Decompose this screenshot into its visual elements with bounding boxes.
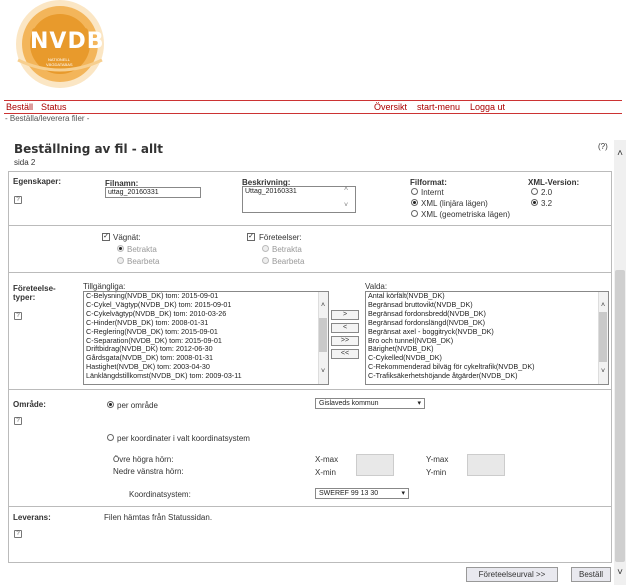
per-coordinates-radio[interactable] bbox=[107, 434, 114, 441]
delivery-help-icon[interactable]: ? bbox=[14, 530, 22, 538]
xmin-label: X-min bbox=[315, 468, 336, 477]
municipality-select[interactable]: Gislaveds kommun ▾ bbox=[315, 398, 425, 409]
list-item[interactable]: C-Trafiksäkerhetshöjande åtgärder(NVDB_D… bbox=[366, 371, 608, 381]
breadcrumb: - Beställa/leverera filer - bbox=[5, 114, 90, 123]
filename-input[interactable] bbox=[105, 187, 201, 198]
properties-help-icon[interactable]: ? bbox=[14, 196, 22, 204]
version-option-label: 3.2 bbox=[541, 199, 553, 208]
xml-version-label: XML-Version: bbox=[528, 178, 580, 187]
foreteelser-label: Företeelser: bbox=[259, 233, 302, 242]
nav-start-menu-link[interactable]: start-menu bbox=[417, 102, 460, 112]
page-subtitle: sida 2 bbox=[14, 158, 36, 167]
ymax-label: Y-max bbox=[426, 455, 449, 464]
scroll-down-icon[interactable]: ˅ bbox=[614, 567, 626, 578]
properties-label: Egenskaper: bbox=[13, 177, 62, 186]
y-coordinate-input[interactable] bbox=[467, 454, 505, 476]
nav-status-link[interactable]: Status bbox=[41, 102, 67, 112]
scroll-up-icon[interactable]: ˄ bbox=[318, 302, 328, 309]
area-label: Område: bbox=[13, 400, 46, 409]
format-label: Filformat: bbox=[410, 178, 447, 187]
divider bbox=[9, 506, 611, 507]
per-area-radio[interactable] bbox=[107, 401, 114, 408]
logo-text: NVDB bbox=[30, 29, 105, 54]
chevron-down-icon: ▾ bbox=[401, 490, 405, 497]
selected-list-scroll-thumb[interactable] bbox=[599, 312, 607, 362]
municipality-value: Gislaveds kommun bbox=[319, 400, 379, 407]
format-option-label: XML (linjära lägen) bbox=[421, 199, 488, 208]
foreteelser-checkbox[interactable]: ✓ bbox=[247, 233, 255, 241]
move-all-left-button[interactable]: << bbox=[331, 349, 359, 359]
format-option-label: Internt bbox=[421, 188, 444, 197]
crs-select[interactable]: SWEREF 99 13 30 ▾ bbox=[315, 488, 409, 499]
divider bbox=[9, 389, 611, 390]
textarea-scroll-up-icon[interactable]: ˄ bbox=[344, 186, 348, 193]
feature-selection-button[interactable]: Företeelseurval >> bbox=[466, 567, 558, 582]
order-form: Egenskaper: ? Filnamn: Beskrivning: Utta… bbox=[8, 171, 612, 563]
version-radio-3-2[interactable] bbox=[531, 199, 538, 206]
foreteelser-option-label: Betrakta bbox=[272, 245, 302, 254]
list-item[interactable]: Länklängdstillkomst(NVDB_DK) tom: 2009-0… bbox=[84, 371, 328, 381]
format-radio-xml-linear[interactable] bbox=[411, 199, 418, 206]
nav-logout-link[interactable]: Logga ut bbox=[470, 102, 505, 112]
upper-right-label: Övre högra hörn: bbox=[113, 455, 174, 464]
logo-sub2: VÄGDATABAS bbox=[46, 62, 73, 67]
scroll-up-icon[interactable]: ˄ bbox=[598, 302, 608, 309]
nvdb-logo: NVDB NATIONELL VÄGDATABAS bbox=[6, 0, 114, 96]
vagnat-option-label: Bearbeta bbox=[127, 257, 160, 266]
description-value: Uttag_20160331 bbox=[245, 188, 297, 195]
nav-overview-link[interactable]: Översikt bbox=[374, 102, 407, 112]
version-radio-2-0[interactable] bbox=[531, 188, 538, 195]
divider bbox=[9, 272, 611, 273]
area-help-icon[interactable]: ? bbox=[14, 417, 22, 425]
selected-list[interactable]: Antal körfält(NVDB_DK) Begränsad bruttov… bbox=[365, 291, 609, 385]
move-right-button[interactable]: > bbox=[331, 310, 359, 320]
xmax-label: X-max bbox=[315, 455, 339, 464]
order-button[interactable]: Beställ bbox=[571, 567, 611, 582]
crs-label: Koordinatsystem: bbox=[129, 490, 191, 499]
ymin-label: Y-min bbox=[426, 468, 447, 477]
feature-types-label: Företeelse- bbox=[13, 284, 56, 293]
page-scrollbar-thumb[interactable] bbox=[615, 270, 625, 562]
foreteelser-radio-consider[interactable] bbox=[262, 245, 269, 252]
page-title: Beställning av fil - allt bbox=[14, 142, 163, 156]
page-help-icon[interactable]: (?) bbox=[598, 142, 608, 151]
foreteelser-radio-edit[interactable] bbox=[262, 257, 269, 264]
vagnat-radio-edit[interactable] bbox=[117, 257, 124, 264]
format-option-label: XML (geometriska lägen) bbox=[421, 210, 511, 219]
available-list[interactable]: C-Belysning(NVDB_DK) tom: 2015-09-01 C-C… bbox=[83, 291, 329, 385]
vagnat-checkbox[interactable]: ✓ bbox=[102, 233, 110, 241]
delivery-label: Leverans: bbox=[13, 513, 51, 522]
version-option-label: 2.0 bbox=[541, 188, 553, 197]
move-all-right-button[interactable]: >> bbox=[331, 336, 359, 346]
per-coordinates-label: per koordinater i valt koordinatsystem bbox=[117, 434, 250, 443]
scroll-down-icon[interactable]: ˅ bbox=[318, 368, 328, 375]
foreteelser-option-label: Bearbeta bbox=[272, 257, 305, 266]
lower-left-label: Nedre vänstra hörn: bbox=[113, 467, 184, 476]
divider bbox=[9, 225, 611, 226]
description-textarea[interactable]: Uttag_20160331 bbox=[242, 186, 356, 213]
per-area-label: per område bbox=[117, 401, 158, 410]
nav-order-link[interactable]: Beställ bbox=[6, 102, 33, 112]
vagnat-label: Vägnät: bbox=[113, 233, 141, 242]
scroll-up-icon[interactable]: ˄ bbox=[614, 148, 626, 159]
top-navbar: Beställ Status Översikt start-menu Logga… bbox=[4, 100, 622, 114]
vagnat-radio-consider[interactable] bbox=[117, 245, 124, 252]
vagnat-option-label: Betrakta bbox=[127, 245, 157, 254]
selected-label: Valda: bbox=[365, 282, 388, 291]
move-left-button[interactable]: < bbox=[331, 323, 359, 333]
feature-types-help-icon[interactable]: ? bbox=[14, 312, 22, 320]
chevron-down-icon: ▾ bbox=[417, 400, 421, 407]
textarea-scroll-down-icon[interactable]: ˅ bbox=[344, 202, 348, 209]
crs-value: SWEREF 99 13 30 bbox=[319, 490, 379, 497]
format-radio-internal[interactable] bbox=[411, 188, 418, 195]
available-label: Tillgängliga: bbox=[83, 282, 126, 291]
scroll-down-icon[interactable]: ˅ bbox=[598, 368, 608, 375]
delivery-text: Filen hämtas från Statussidan. bbox=[104, 513, 213, 522]
feature-types-label-2: typer: bbox=[13, 293, 36, 302]
x-coordinate-input[interactable] bbox=[356, 454, 394, 476]
available-list-scroll-thumb[interactable] bbox=[319, 318, 327, 352]
format-radio-xml-geometric[interactable] bbox=[411, 210, 418, 217]
